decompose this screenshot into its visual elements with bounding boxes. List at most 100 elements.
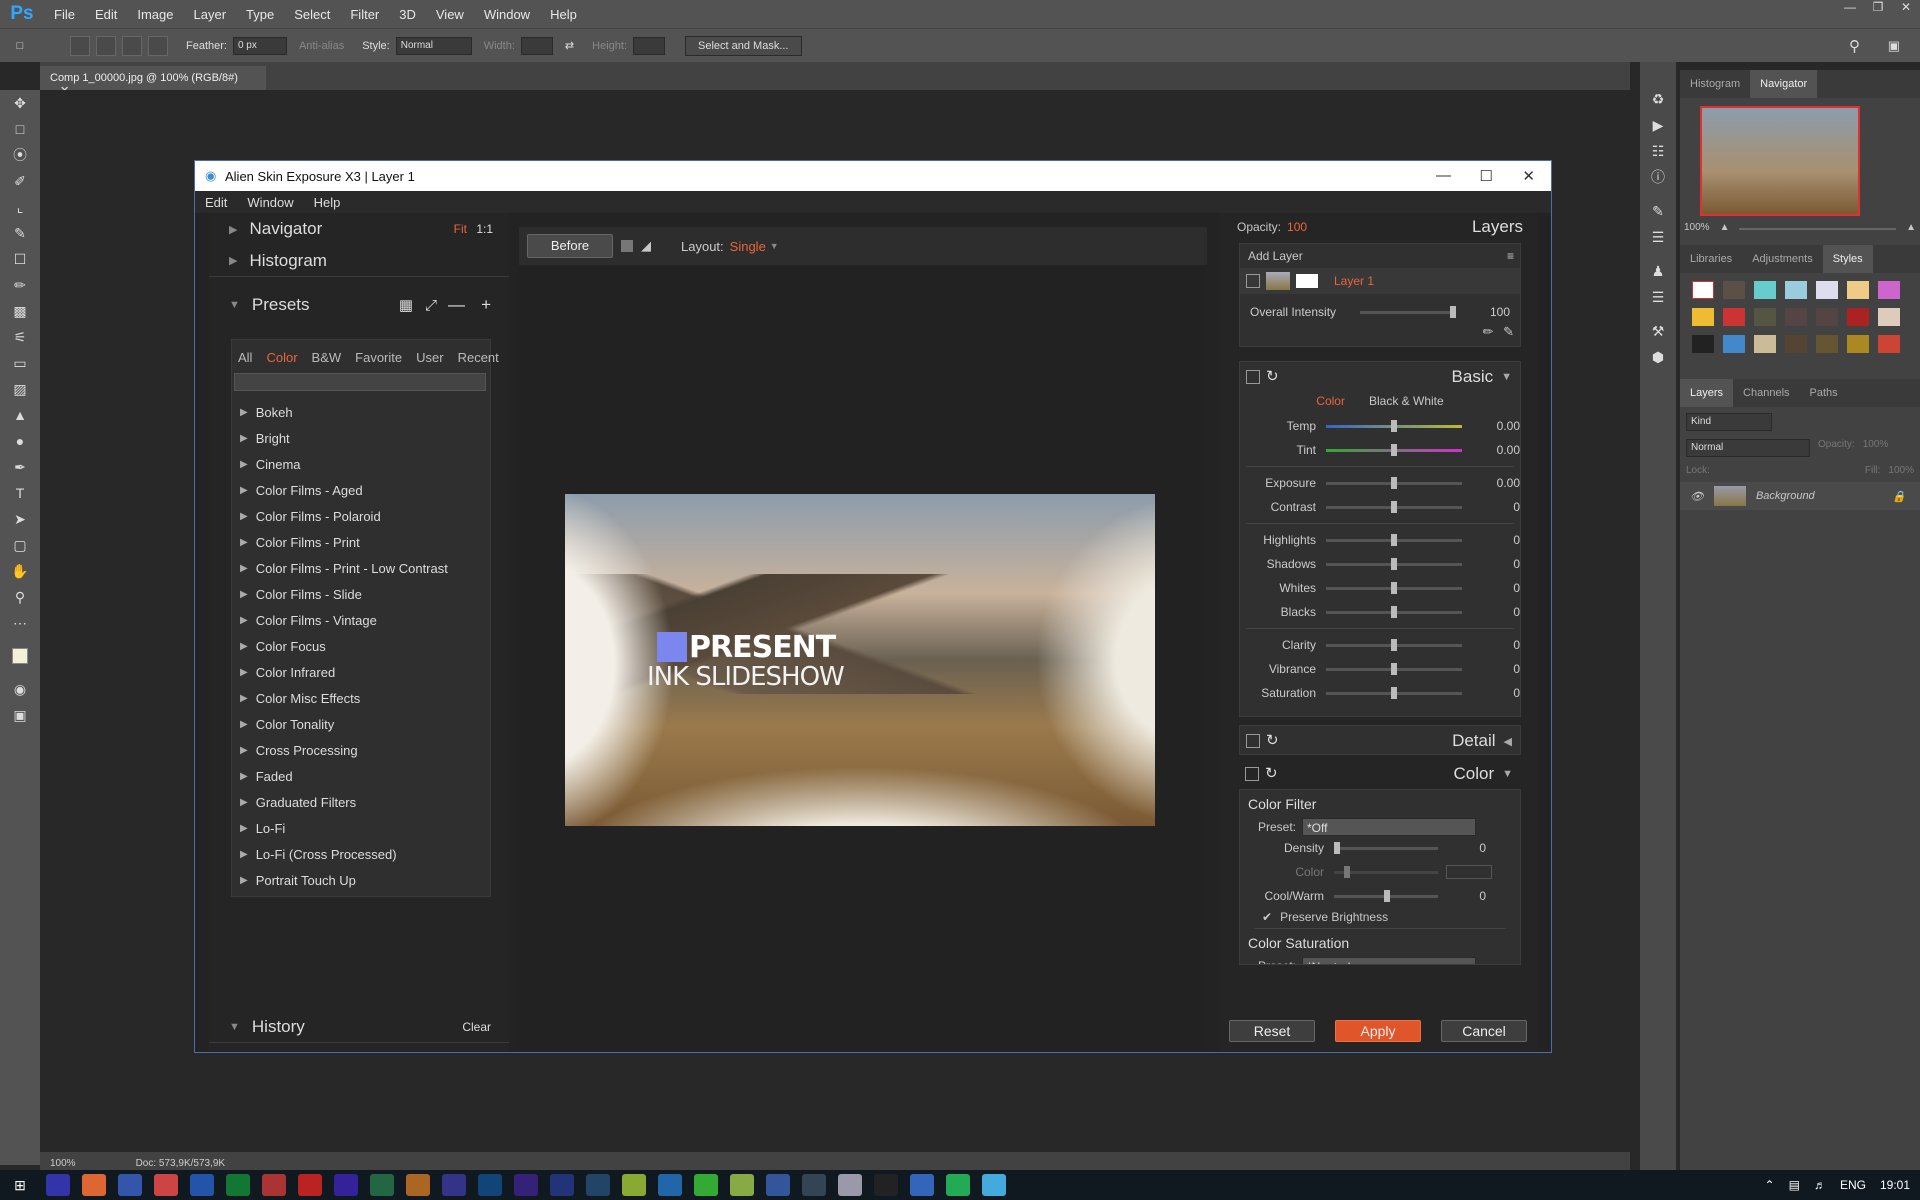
app-icon[interactable] bbox=[730, 1174, 754, 1196]
dialog-menu-edit[interactable]: Edit bbox=[195, 195, 237, 210]
dialog-minimize-icon[interactable]: — bbox=[1436, 167, 1451, 184]
reset-section-icon[interactable]: ↻ bbox=[1266, 367, 1279, 385]
dialog-menu-help[interactable]: Help bbox=[304, 195, 351, 210]
filter-bw[interactable]: B&W bbox=[312, 350, 342, 365]
tab-libraries[interactable]: Libraries bbox=[1680, 253, 1742, 265]
slider-value[interactable]: 0.00 bbox=[1470, 419, 1520, 433]
slider-knob[interactable] bbox=[1391, 662, 1397, 675]
app-icon[interactable] bbox=[946, 1174, 970, 1196]
style-swatch[interactable] bbox=[1847, 308, 1869, 326]
history-panel-icon[interactable]: ♻ bbox=[1640, 86, 1676, 112]
app-icon[interactable] bbox=[262, 1174, 286, 1196]
split-icon[interactable]: ◢ bbox=[641, 238, 651, 254]
intersect-selection-icon[interactable] bbox=[148, 35, 168, 56]
overall-intensity-slider[interactable] bbox=[1360, 305, 1456, 318]
style-swatch[interactable] bbox=[1754, 308, 1776, 326]
slider-value[interactable]: 0.00 bbox=[1470, 476, 1520, 490]
tools-preset-icon[interactable]: ⚒ bbox=[1640, 318, 1676, 344]
apply-button[interactable]: Apply bbox=[1335, 1020, 1421, 1042]
slider-track[interactable] bbox=[1326, 500, 1462, 513]
path-select-icon[interactable]: ➤ bbox=[0, 506, 40, 532]
after-effects-icon[interactable] bbox=[334, 1174, 358, 1196]
opacity-value[interactable]: 100 bbox=[1287, 220, 1307, 234]
subtract-selection-icon[interactable] bbox=[122, 35, 142, 56]
color-swatches-icon[interactable] bbox=[0, 636, 40, 676]
app-icon[interactable] bbox=[694, 1174, 718, 1196]
audition-icon[interactable] bbox=[370, 1174, 394, 1196]
zoom-out-icon[interactable]: ▲ bbox=[1720, 222, 1730, 233]
tab-layers[interactable]: Layers bbox=[1680, 379, 1734, 407]
slider-value[interactable]: 0 bbox=[1470, 533, 1520, 547]
preset-item[interactable]: ▶ Portrait Touch Up bbox=[232, 867, 490, 893]
toggle-icon[interactable] bbox=[1246, 734, 1260, 748]
tray-arrow-icon[interactable]: ⌃ bbox=[1765, 1178, 1775, 1192]
preset-item[interactable]: ▶ Lo-Fi bbox=[232, 815, 490, 841]
slider-track[interactable] bbox=[1326, 686, 1462, 699]
grid-view-icon[interactable]: ▦ bbox=[399, 296, 413, 314]
navigator-section[interactable]: ▶ Navigator Fit 1:1 bbox=[209, 213, 509, 245]
lasso-tool-icon[interactable]: ⦿ bbox=[0, 142, 40, 168]
start-icon[interactable]: ⊞ bbox=[0, 1177, 40, 1194]
toggle-icon[interactable] bbox=[1246, 370, 1260, 384]
crop-tool-icon[interactable]: ⌞ bbox=[0, 194, 40, 220]
word-icon[interactable] bbox=[190, 1174, 214, 1196]
app-icon[interactable] bbox=[658, 1174, 682, 1196]
density-slider[interactable] bbox=[1334, 841, 1438, 854]
style-swatch[interactable] bbox=[1847, 281, 1869, 299]
preset-item[interactable]: ▶ Cinema bbox=[232, 451, 490, 477]
slider-value[interactable]: 0 bbox=[1470, 686, 1520, 700]
height-input[interactable] bbox=[633, 36, 665, 55]
tab-navigator[interactable]: Navigator bbox=[1750, 70, 1818, 98]
app-icon[interactable] bbox=[838, 1174, 862, 1196]
preset-item[interactable]: ▶ Color Films - Print bbox=[232, 529, 490, 555]
visibility-eye-icon[interactable]: 👁 bbox=[1690, 490, 1704, 503]
zoom-in-icon[interactable]: ▲ bbox=[1906, 222, 1916, 233]
blur-tool-icon[interactable]: ▲ bbox=[0, 402, 40, 428]
app-icon[interactable] bbox=[622, 1174, 646, 1196]
screen-mode-icon[interactable]: ▣ bbox=[0, 702, 40, 728]
workspace-icon[interactable]: ▣ bbox=[1888, 38, 1900, 54]
slider-knob[interactable] bbox=[1391, 557, 1397, 570]
cancel-button[interactable]: Cancel bbox=[1441, 1020, 1527, 1042]
layer-name[interactable]: Background bbox=[1756, 490, 1815, 502]
slider-value[interactable]: 0 bbox=[1470, 557, 1520, 571]
tab-adjustments[interactable]: Adjustments bbox=[1742, 253, 1823, 265]
close-icon[interactable]: ✕ bbox=[1892, 0, 1920, 22]
3d-panel-icon[interactable]: ⬢ bbox=[1640, 344, 1676, 370]
excel-icon[interactable] bbox=[226, 1174, 250, 1196]
slider-track[interactable] bbox=[1326, 557, 1462, 570]
remove-preset-icon[interactable]: — bbox=[448, 295, 465, 315]
minimize-icon[interactable]: — bbox=[1836, 0, 1864, 22]
slider-track[interactable] bbox=[1326, 638, 1462, 651]
basic-header[interactable]: ↻ Basic ▼ bbox=[1240, 362, 1520, 392]
menu-edit[interactable]: Edit bbox=[85, 7, 127, 22]
menu-layer[interactable]: Layer bbox=[184, 7, 237, 22]
menu-help[interactable]: Help bbox=[540, 7, 587, 22]
preset-item[interactable]: ▶ Graduated Filters bbox=[232, 789, 490, 815]
preset-item[interactable]: ▶ Cross Processing bbox=[232, 737, 490, 763]
navigator-zoom[interactable]: 100% bbox=[1684, 222, 1710, 233]
document-tab[interactable]: Comp 1_00000.jpg @ 100% (RGB/8#) ✕ bbox=[40, 66, 266, 97]
zoom-level[interactable]: 100% bbox=[50, 1158, 76, 1169]
expand-view-icon[interactable]: ⤢ bbox=[425, 297, 437, 314]
steam-icon[interactable] bbox=[802, 1174, 826, 1196]
overall-intensity-value[interactable]: 100 bbox=[1464, 305, 1510, 319]
slider-knob[interactable] bbox=[1391, 500, 1397, 513]
tab-channels[interactable]: Channels bbox=[1733, 387, 1799, 399]
slider-knob[interactable] bbox=[1391, 533, 1397, 546]
preserve-checkbox[interactable]: ✔ bbox=[1262, 910, 1272, 924]
style-swatch[interactable] bbox=[1878, 281, 1900, 299]
style-swatch[interactable] bbox=[1692, 281, 1714, 299]
detail-header[interactable]: ↻ Detail ◀ bbox=[1240, 726, 1520, 756]
slider-value[interactable]: 0 bbox=[1470, 581, 1520, 595]
style-swatch[interactable] bbox=[1723, 308, 1745, 326]
brush-tool-icon[interactable]: ✏ bbox=[0, 272, 40, 298]
tab-black-white[interactable]: Black & White bbox=[1369, 394, 1444, 408]
menu-window[interactable]: Window bbox=[474, 7, 540, 22]
slider-track[interactable] bbox=[1326, 419, 1462, 432]
blend-mode-select[interactable]: Normal bbox=[1686, 439, 1810, 457]
marquee-tool-icon[interactable]: □ bbox=[0, 116, 40, 142]
preset-item[interactable]: ▶ Color Infrared bbox=[232, 659, 490, 685]
preset-item[interactable]: ▶ Color Misc Effects bbox=[232, 685, 490, 711]
style-swatch[interactable] bbox=[1816, 308, 1838, 326]
